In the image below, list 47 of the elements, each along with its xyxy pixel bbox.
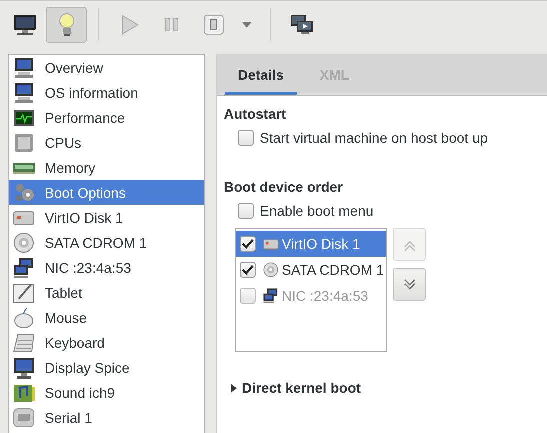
checkbox[interactable] bbox=[240, 236, 256, 252]
pause-icon bbox=[164, 18, 178, 32]
sidebar-item[interactable]: NIC :23:4a:53 bbox=[9, 255, 204, 280]
tab[interactable]: Details bbox=[225, 54, 297, 95]
boot-device-row[interactable]: SATA CDROM 1 bbox=[236, 257, 386, 283]
screens-icon bbox=[290, 14, 312, 34]
tablet-icon bbox=[13, 282, 35, 304]
caret-icon bbox=[242, 22, 252, 28]
sidebar-item[interactable]: Keyboard bbox=[9, 330, 204, 355]
sidebar-item[interactable]: Overview bbox=[9, 55, 204, 80]
checkbox-label[interactable]: Start virtual machine on host boot up bbox=[260, 130, 488, 146]
checkbox[interactable] bbox=[238, 203, 254, 219]
sidebar-item[interactable]: Mouse bbox=[9, 305, 204, 330]
boot-device-row[interactable]: VirtIO Disk 1 bbox=[236, 231, 386, 257]
sidebar-item[interactable]: Tablet bbox=[9, 280, 204, 305]
expander-arrow-icon bbox=[231, 384, 237, 392]
sidebar-item[interactable]: SATA CDROM 1 bbox=[9, 230, 204, 255]
mouse-icon bbox=[13, 306, 35, 328]
double-chevron-down-icon bbox=[402, 276, 418, 292]
checkbox-label[interactable]: Enable boot menu bbox=[260, 203, 374, 219]
checkbox[interactable] bbox=[240, 262, 256, 278]
sidebar-item[interactable]: Display Spice bbox=[9, 355, 204, 380]
play-icon bbox=[120, 14, 138, 34]
nic-icon bbox=[13, 256, 35, 278]
cdrom-icon bbox=[13, 232, 35, 254]
sidebar-item[interactable]: Boot Options bbox=[9, 180, 204, 205]
cdrom-icon bbox=[263, 262, 279, 278]
sidebar-item[interactable]: Performance bbox=[9, 105, 204, 130]
display-icon bbox=[13, 356, 35, 378]
chip-icon bbox=[13, 132, 35, 154]
light-bulb-icon bbox=[58, 12, 76, 36]
sidebar-item[interactable]: OS information bbox=[9, 80, 204, 105]
monitor-icon bbox=[13, 56, 35, 78]
monitor-icon bbox=[12, 14, 36, 36]
sidebar-item[interactable]: Serial 1 bbox=[9, 405, 204, 430]
section-heading: Autostart bbox=[224, 105, 288, 124]
sidebar-item[interactable]: Sound ich9 bbox=[9, 380, 204, 405]
expander[interactable]: Direct kernel boot bbox=[231, 380, 547, 396]
monitor-icon bbox=[13, 82, 35, 104]
power-switch-icon bbox=[204, 14, 224, 34]
sidebar-item[interactable]: Memory bbox=[9, 155, 204, 180]
section-heading: Boot device order bbox=[224, 178, 344, 197]
sidebar-item[interactable]: CPUs bbox=[9, 130, 204, 155]
move-down-button[interactable] bbox=[393, 268, 426, 301]
nic-icon bbox=[263, 288, 279, 304]
checkbox[interactable] bbox=[238, 130, 254, 146]
sidebar-item[interactable]: VirtIO Disk 1 bbox=[9, 205, 204, 230]
